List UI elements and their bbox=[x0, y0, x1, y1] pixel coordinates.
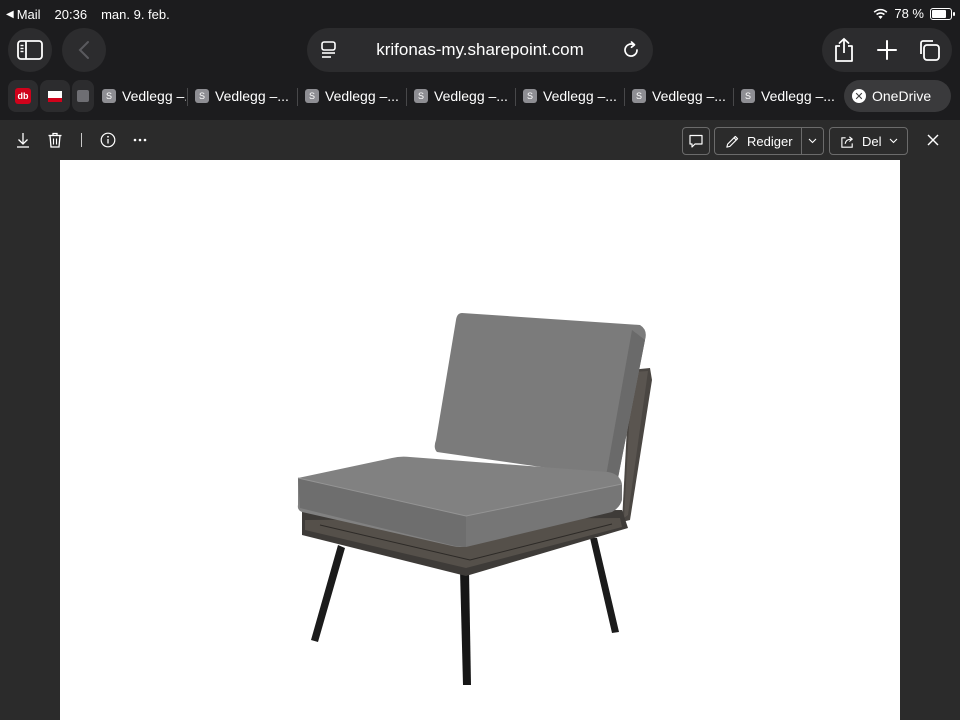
image-canvas bbox=[60, 160, 900, 720]
tab-label: Vedlegg –... bbox=[434, 88, 508, 104]
chevron-left-icon bbox=[78, 41, 89, 59]
sidebar-icon bbox=[17, 40, 43, 60]
more-icon bbox=[133, 138, 147, 142]
battery-icon bbox=[930, 7, 955, 20]
battery-percent: 78 % bbox=[894, 6, 924, 21]
tab-item[interactable]: S Vedlegg –... bbox=[299, 80, 405, 112]
more-options-button[interactable] bbox=[131, 131, 149, 149]
trash-icon bbox=[48, 132, 62, 148]
chair-image bbox=[297, 313, 652, 685]
tab-divider bbox=[187, 88, 188, 106]
edit-dropdown-button[interactable] bbox=[802, 138, 823, 144]
sharepoint-favicon-icon: S bbox=[195, 89, 209, 103]
chevron-down-icon bbox=[889, 138, 897, 144]
close-tab-icon[interactable]: ✕ bbox=[852, 89, 866, 103]
tab-item[interactable]: S Vedlegg –... bbox=[626, 80, 732, 112]
comment-button[interactable] bbox=[682, 127, 710, 155]
sharepoint-favicon-icon: S bbox=[741, 89, 755, 103]
tab-item[interactable]: S Vedlegg –... bbox=[96, 80, 186, 112]
tab-label: Vedlegg –... bbox=[215, 88, 289, 104]
download-icon bbox=[17, 133, 29, 148]
pinned-tab-news[interactable] bbox=[40, 80, 70, 112]
tab-label: Vedlegg –... bbox=[325, 88, 399, 104]
tab-overview-button[interactable] bbox=[917, 38, 941, 62]
tab-label: Vedlegg –... bbox=[543, 88, 617, 104]
plus-icon bbox=[877, 40, 897, 60]
back-to-app-link[interactable]: ◀ Mail bbox=[6, 7, 41, 22]
wifi-icon bbox=[873, 8, 888, 19]
sharepoint-favicon-icon: S bbox=[414, 89, 428, 103]
close-viewer-button[interactable] bbox=[924, 131, 942, 149]
reload-icon[interactable] bbox=[621, 40, 641, 60]
tab-divider bbox=[624, 88, 625, 106]
chevron-down-icon bbox=[808, 138, 817, 144]
status-time: 20:36 bbox=[54, 7, 88, 22]
sidebar-button[interactable] bbox=[8, 28, 52, 72]
info-button[interactable] bbox=[99, 131, 117, 149]
favicon-icon bbox=[77, 90, 89, 102]
tab-item[interactable]: S Vedlegg –... bbox=[408, 80, 514, 112]
battery-fill bbox=[932, 9, 947, 18]
tab-active-label: OneDrive bbox=[872, 88, 932, 104]
sharepoint-favicon-icon: S bbox=[102, 89, 116, 103]
pinned-tab-partial[interactable] bbox=[72, 80, 94, 112]
tab-item[interactable]: S Vedlegg –... bbox=[517, 80, 623, 112]
address-bar[interactable]: krifonas-my.sharepoint.com bbox=[307, 28, 653, 72]
tab-bar: db S Vedlegg –... S Vedlegg –... S Vedle… bbox=[0, 78, 960, 114]
status-date: man. 9. feb. bbox=[101, 7, 170, 22]
info-icon bbox=[100, 132, 116, 148]
pinned-tab-db[interactable]: db bbox=[8, 80, 38, 112]
edit-button-group: Rediger bbox=[714, 127, 824, 155]
db-logo-icon: db bbox=[15, 88, 31, 104]
tab-divider bbox=[515, 88, 516, 106]
news-logo-icon bbox=[48, 90, 62, 102]
status-bar: ◀ Mail 20:36 man. 9. feb. 78 % bbox=[0, 0, 960, 28]
edit-label: Rediger bbox=[747, 133, 793, 149]
back-app-label: Mail bbox=[16, 7, 41, 22]
share-arrow-icon bbox=[841, 135, 854, 148]
delete-button[interactable] bbox=[46, 131, 64, 149]
url-text: krifonas-my.sharepoint.com bbox=[376, 40, 584, 59]
tab-label: Vedlegg –... bbox=[761, 88, 835, 104]
back-button[interactable] bbox=[62, 28, 106, 72]
new-tab-button[interactable] bbox=[875, 38, 899, 62]
tab-item[interactable]: S Vedlegg –... bbox=[189, 80, 295, 112]
tabs-icon bbox=[920, 40, 940, 61]
sharepoint-favicon-icon: S bbox=[632, 89, 646, 103]
tab-label: Vedlegg –... bbox=[652, 88, 726, 104]
share-doc-button[interactable]: Del bbox=[829, 127, 908, 155]
share-icon bbox=[835, 37, 853, 62]
tab-divider bbox=[406, 88, 407, 106]
pencil-icon bbox=[726, 135, 739, 148]
edit-button[interactable]: Rediger bbox=[715, 128, 802, 154]
sharepoint-favicon-icon: S bbox=[305, 89, 319, 103]
sharepoint-favicon-icon: S bbox=[523, 89, 537, 103]
share-button[interactable] bbox=[832, 37, 856, 62]
back-triangle-icon: ◀ bbox=[6, 9, 14, 20]
tab-active-onedrive[interactable]: ✕ OneDrive bbox=[844, 80, 951, 112]
tab-item[interactable]: S Vedlegg –... bbox=[735, 80, 841, 112]
share-label: Del bbox=[862, 133, 882, 149]
close-icon bbox=[927, 134, 939, 146]
tab-divider bbox=[297, 88, 298, 106]
comment-icon bbox=[689, 134, 703, 148]
browser-toolbar: krifonas-my.sharepoint.com bbox=[0, 28, 960, 72]
tab-label: Vedlegg –... bbox=[122, 88, 186, 104]
page-menu-icon[interactable] bbox=[319, 40, 339, 60]
document-viewer bbox=[0, 160, 960, 720]
download-button[interactable] bbox=[14, 131, 32, 149]
toolbar-divider bbox=[81, 133, 82, 147]
document-toolbar: Rediger Del bbox=[0, 120, 960, 160]
toolbar-actions-group bbox=[822, 28, 952, 72]
tab-divider bbox=[733, 88, 734, 106]
